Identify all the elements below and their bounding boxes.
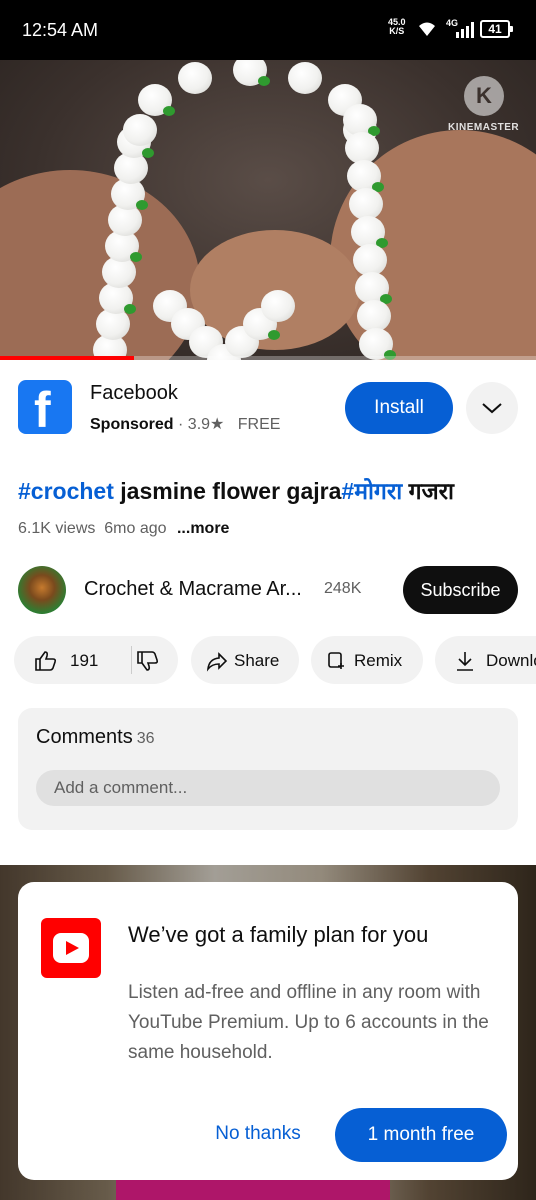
- garland-flower: [178, 62, 212, 95]
- garland-leaf: [124, 304, 136, 314]
- view-count: 6.1K views: [18, 520, 96, 537]
- garland-leaf: [162, 106, 175, 116]
- comments-count: 36: [136, 730, 155, 747]
- chevron-down-icon: [482, 403, 502, 414]
- ad-expand-button[interactable]: [466, 382, 518, 434]
- like-dislike-group: 191: [14, 636, 178, 684]
- ad-meta: Sponsored · 3.9★ FREE: [90, 414, 280, 434]
- garland-leaf: [130, 252, 142, 262]
- watermark-text: KINEMASTER: [448, 122, 520, 133]
- garland-flower: [261, 290, 295, 322]
- dialog-body: Listen ad-free and offline in any room w…: [128, 982, 489, 1063]
- garland-leaf: [268, 330, 280, 340]
- channel-avatar[interactable]: [18, 566, 66, 614]
- battery-icon: 41: [480, 20, 513, 38]
- download-icon: [457, 652, 473, 671]
- ad-rating: 3.9: [187, 416, 211, 433]
- remix-label: Remix: [354, 651, 403, 670]
- dislike-button[interactable]: [136, 649, 160, 673]
- kinemaster-logo-icon: K: [464, 76, 504, 116]
- facebook-logo-icon: f: [18, 380, 72, 438]
- subscriber-count: 248K: [324, 580, 362, 597]
- ad-separator: ·: [178, 416, 184, 433]
- divider: [131, 646, 132, 674]
- signal-icon: [456, 22, 474, 38]
- status-bar: 12:54 AM 45.0 K/S 4G 41: [0, 0, 536, 60]
- ad-card[interactable]: f Facebook Sponsored · 3.9★ FREE Install: [0, 360, 536, 452]
- garland-leaf: [142, 148, 154, 158]
- sponsored-label: Sponsored: [90, 416, 174, 433]
- add-comment-input[interactable]: [36, 770, 500, 806]
- like-button[interactable]: [34, 649, 58, 673]
- garland-flower: [288, 62, 322, 95]
- remix-button[interactable]: Remix: [311, 636, 423, 684]
- free-trial-button[interactable]: 1 month free: [335, 1108, 507, 1162]
- wifi-icon: [419, 22, 435, 36]
- subscribe-button[interactable]: Subscribe: [403, 566, 518, 614]
- video-title[interactable]: #crochet jasmine flower gajra#मोगरा गजरा: [18, 474, 454, 506]
- download-button[interactable]: Download: [435, 636, 536, 684]
- hashtag-link[interactable]: #crochet: [18, 478, 114, 504]
- no-thanks-button[interactable]: No thanks: [198, 1108, 318, 1160]
- download-label: Download: [486, 651, 536, 670]
- install-button[interactable]: Install: [345, 382, 453, 434]
- ad-app-name: Facebook: [90, 382, 178, 404]
- dialog-title: We’ve got a family plan for you: [128, 922, 429, 947]
- more-link[interactable]: ...more: [177, 520, 229, 537]
- share-label: Share: [234, 651, 280, 670]
- star-icon: ★: [210, 416, 225, 433]
- action-bar: 191 Share Remix Download: [0, 636, 536, 686]
- like-count: 191: [70, 651, 99, 670]
- hashtag-link[interactable]: #मोगरा: [341, 478, 402, 504]
- comments-title: Comments: [36, 726, 133, 748]
- video-player[interactable]: K KINEMASTER: [0, 60, 536, 360]
- garland-flower: [123, 114, 157, 146]
- comments-section[interactable]: Comments 36: [18, 708, 518, 830]
- premium-promo-dialog: We’ve got a family plan for you Listen a…: [18, 882, 518, 1180]
- status-time: 12:54 AM: [22, 20, 99, 40]
- share-icon: [206, 652, 228, 672]
- title-text: jasmine flower gajra: [113, 478, 342, 504]
- garland-leaf: [136, 200, 148, 210]
- video-meta[interactable]: 6.1K views 6mo ago ...more: [18, 520, 229, 538]
- ad-price: FREE: [237, 416, 281, 433]
- remix-icon: [328, 652, 344, 669]
- comments-header: Comments 36: [36, 726, 155, 749]
- garland-leaf: [258, 76, 270, 86]
- network-speed: 45.0 K/S: [388, 17, 406, 36]
- upload-age: 6mo ago: [104, 520, 167, 537]
- channel-name[interactable]: Crochet & Macrame Ar...: [84, 578, 302, 601]
- title-text: गजरा: [402, 478, 455, 504]
- share-button[interactable]: Share: [191, 636, 299, 684]
- youtube-logo-icon: [41, 918, 101, 978]
